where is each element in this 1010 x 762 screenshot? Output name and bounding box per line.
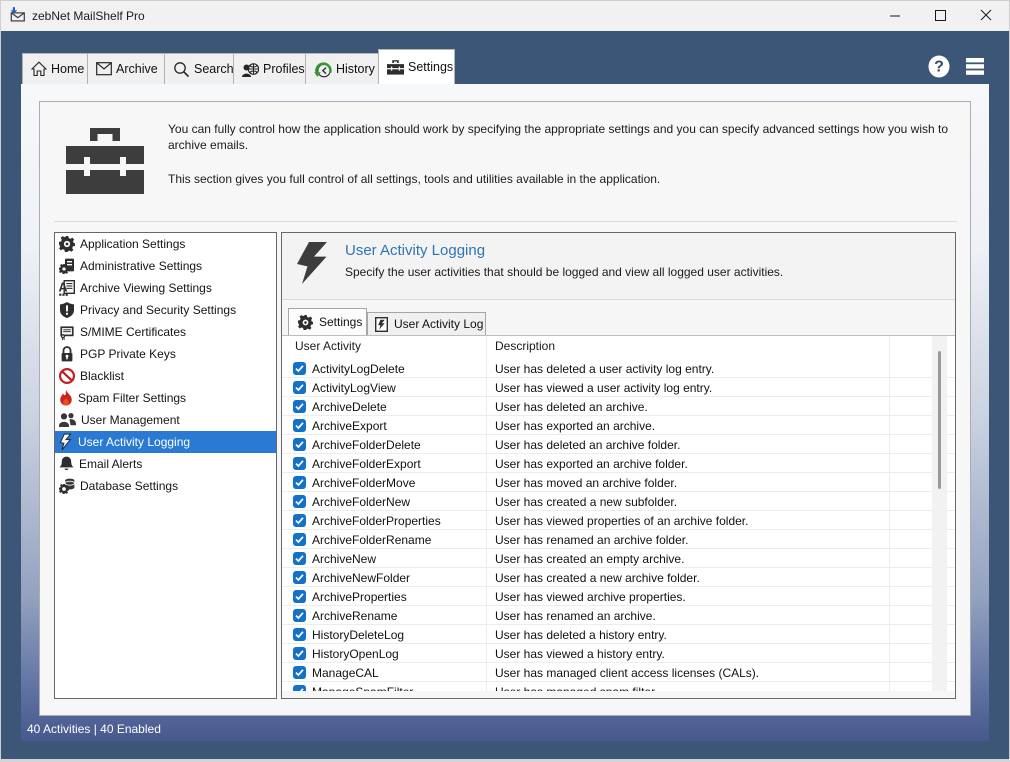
svg-text:?: ? (934, 59, 944, 76)
svg-text:A: A (59, 280, 68, 294)
